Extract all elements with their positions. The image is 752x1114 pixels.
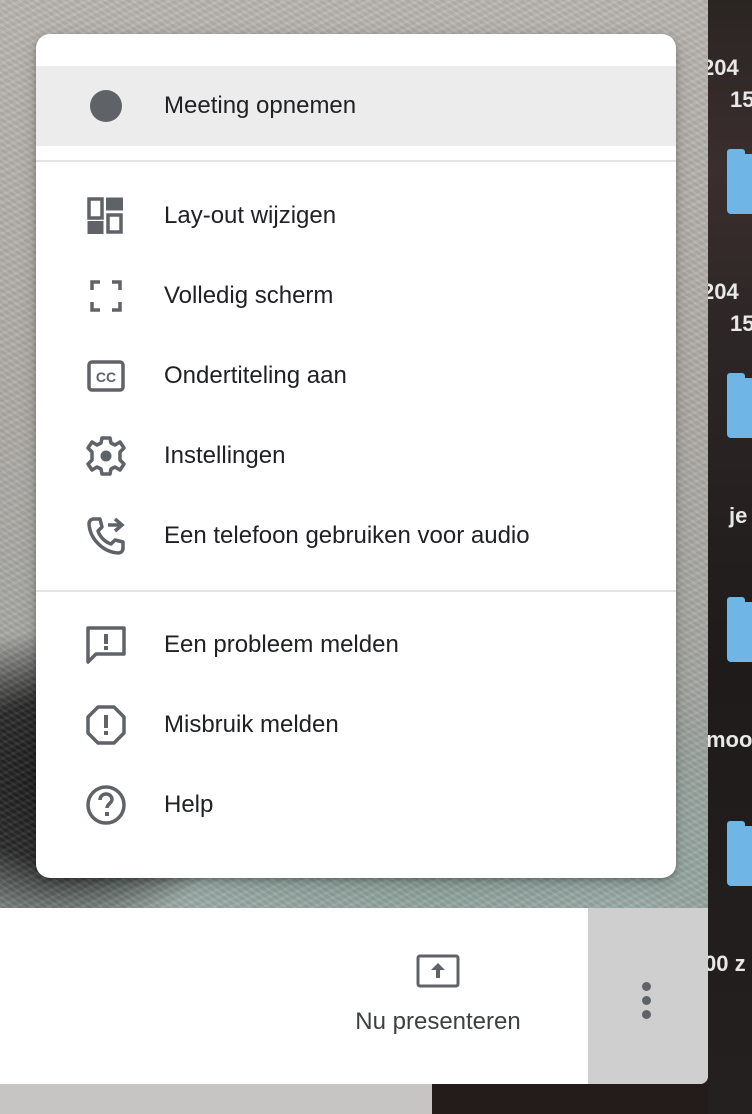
menu-item-label: Instellingen <box>164 442 286 469</box>
background-strip <box>0 1084 432 1114</box>
menu-item-phone-audio[interactable]: Een telefoon gebruiken voor audio <box>36 496 676 576</box>
desktop-label: 00 z <box>708 951 746 976</box>
menu-item-help[interactable]: Help <box>36 765 676 845</box>
menu-item-fullscreen[interactable]: Volledig scherm <box>36 256 676 336</box>
desktop-label: 204 <box>708 55 739 80</box>
menu-item-label: Een telefoon gebruiken voor audio <box>164 522 530 549</box>
record-dot-icon <box>84 84 128 128</box>
menu-item-label: Een probleem melden <box>164 631 399 658</box>
menu-item-report-abuse[interactable]: Misbruik melden <box>36 685 676 765</box>
menu-item-label: Misbruik melden <box>164 711 339 738</box>
desktop-label: 15 <box>730 311 752 336</box>
menu-item-label: Lay-out wijzigen <box>164 202 337 229</box>
gear-icon <box>84 434 128 478</box>
desktop-label: 15 <box>730 87 752 112</box>
menu-item-captions[interactable]: CC Ondertiteling aan <box>36 336 676 416</box>
phone-forward-icon <box>84 514 128 558</box>
menu-item-settings[interactable]: Instellingen <box>36 416 676 496</box>
report-abuse-icon <box>84 703 128 747</box>
svg-text:CC: CC <box>96 369 116 385</box>
menu-item-label: Meeting opnemen <box>164 92 357 119</box>
menu-item-label: Help <box>164 791 214 818</box>
menu-item-report-problem[interactable]: Een probleem melden <box>36 605 676 685</box>
present-now-label: Nu presenteren <box>355 1008 521 1035</box>
desktop-strip: 204 15 204 15 je moo 00 z <box>708 0 752 1114</box>
fullscreen-icon <box>84 274 128 318</box>
meeting-controls-bar: Nu presenteren <box>0 908 708 1084</box>
folder-icon[interactable] <box>727 149 752 214</box>
menu-item-label: Volledig scherm <box>164 282 334 309</box>
background-strip <box>432 1084 708 1114</box>
layout-icon <box>84 194 128 238</box>
feedback-icon <box>84 623 128 667</box>
folder-icon[interactable] <box>727 597 752 662</box>
more-options-menu: Meeting opnemen Lay-out wijzigen Volledi… <box>36 34 676 878</box>
menu-divider <box>36 160 676 162</box>
menu-divider <box>36 590 676 592</box>
desktop-label: 204 <box>708 279 739 304</box>
menu-item-record-meeting[interactable]: Meeting opnemen <box>36 66 676 146</box>
desktop-label: moo <box>708 727 752 752</box>
menu-item-label: Ondertiteling aan <box>164 362 347 389</box>
desktop-label: je <box>729 503 748 528</box>
present-screen-icon <box>416 954 460 988</box>
folder-icon[interactable] <box>727 821 752 886</box>
menu-item-change-layout[interactable]: Lay-out wijzigen <box>36 176 676 256</box>
more-options-button[interactable] <box>588 908 708 1084</box>
folder-icon[interactable] <box>727 373 752 438</box>
present-now-button[interactable]: Nu presenteren <box>330 908 546 1084</box>
help-icon <box>84 783 128 827</box>
closed-captions-icon: CC <box>84 354 128 398</box>
